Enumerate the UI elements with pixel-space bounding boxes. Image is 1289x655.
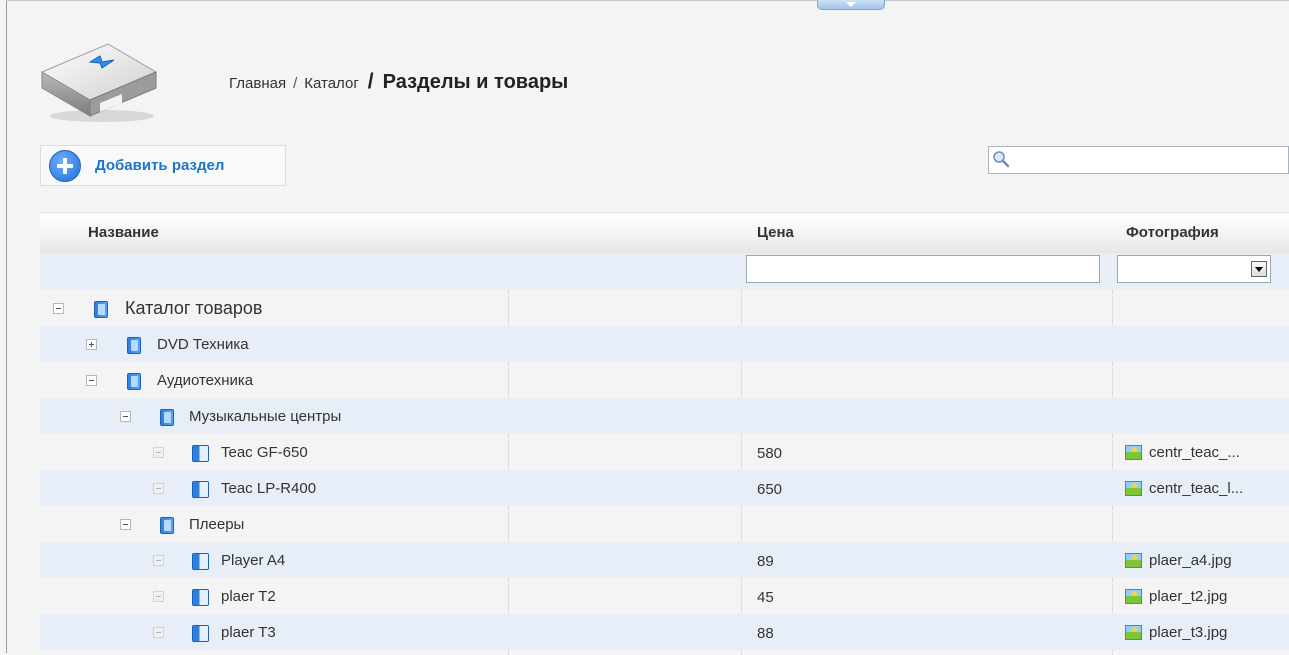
image-icon	[1125, 553, 1142, 568]
row-photo[interactable]: centr_teac_...	[1125, 444, 1240, 461]
catalog-box-logo-icon	[40, 43, 158, 122]
tree-row[interactable]: Teac LP-R400 650 centr_teac_l...	[40, 470, 1289, 506]
product-icon	[192, 481, 209, 498]
row-price: 650	[757, 481, 783, 498]
row-name: plaer T3	[221, 624, 276, 641]
row-price: 88	[757, 625, 774, 642]
row-price: 580	[757, 445, 783, 462]
photo-filename: plaer_t3.jpg	[1149, 624, 1228, 641]
photo-filename: centr_teac_...	[1149, 444, 1240, 461]
folder-icon	[160, 517, 174, 534]
folder-icon	[160, 409, 174, 426]
leaf-node-icon	[153, 555, 164, 566]
column-header-photo[interactable]: Фотография	[1126, 224, 1219, 241]
chevron-down-icon[interactable]	[1251, 261, 1267, 277]
row-photo[interactable]: plaer_t3.jpg	[1125, 624, 1227, 641]
image-icon	[1125, 625, 1142, 640]
row-name: Плееры	[189, 516, 245, 533]
breadcrumb-catalog-link[interactable]: Каталог	[304, 75, 359, 92]
photo-filename: centr_teac_l...	[1149, 480, 1244, 497]
breadcrumb: Главная / Каталог / Разделы и товары	[229, 70, 568, 94]
tree-row[interactable]: Teac GF-650 580 centr_teac_...	[40, 434, 1289, 470]
row-name: Музыкальные центры	[189, 408, 342, 425]
leaf-node-icon	[153, 627, 164, 638]
tree-row[interactable]: plaer T2 45 plaer_t2.jpg	[40, 578, 1289, 614]
catalog-tree-grid: Название Цена Фотография Каталог товаров…	[40, 212, 1289, 655]
product-icon	[192, 589, 209, 606]
photo-filename: plaer_t2.jpg	[1149, 588, 1228, 605]
grid-header: Название Цена Фотография	[40, 212, 1289, 253]
add-plus-icon	[49, 149, 81, 182]
photo-filter-select[interactable]	[1117, 255, 1271, 283]
tree-row[interactable]: Аудиотехника	[40, 362, 1289, 398]
panel-toggle-tab[interactable]	[817, 0, 885, 10]
add-section-button[interactable]: Добавить раздел	[40, 145, 286, 186]
breadcrumb-home-link[interactable]: Главная	[229, 75, 286, 92]
column-header-price[interactable]: Цена	[757, 224, 794, 241]
tree-row[interactable]: Плееры	[40, 506, 1289, 542]
tree-row[interactable]: Каталог товаров	[40, 290, 1289, 326]
row-name: Teac GF-650	[221, 444, 308, 461]
folder-icon	[127, 373, 141, 390]
product-icon	[192, 553, 209, 570]
row-name: Каталог товаров	[125, 298, 263, 318]
row-photo[interactable]: plaer_t2.jpg	[1125, 588, 1227, 605]
price-filter-input[interactable]	[746, 255, 1100, 283]
breadcrumb-separator: /	[367, 70, 374, 93]
row-photo[interactable]: plaer_a4.jpg	[1125, 552, 1232, 569]
product-icon	[192, 625, 209, 642]
photo-filename: plaer_a4.jpg	[1149, 552, 1232, 569]
leaf-node-icon	[153, 591, 164, 602]
window-border-left	[6, 0, 7, 653]
row-name: DVD Техника	[157, 336, 249, 353]
breadcrumb-separator: /	[293, 75, 298, 92]
image-icon	[1125, 589, 1142, 604]
leaf-node-icon	[153, 483, 164, 494]
product-icon	[192, 445, 209, 462]
add-section-label: Добавить раздел	[95, 157, 225, 174]
search-icon	[993, 151, 1010, 168]
collapse-icon[interactable]	[53, 303, 64, 314]
row-photo[interactable]: centr_teac_l...	[1125, 480, 1243, 497]
window-border-top	[6, 0, 1289, 1]
tree-row[interactable]: Player A4 89 plaer_a4.jpg	[40, 542, 1289, 578]
tree-row[interactable]: plaer T3 88 plaer_t3.jpg	[40, 614, 1289, 650]
tree-row[interactable]: Музыкальные центры	[40, 398, 1289, 434]
search-box[interactable]	[988, 146, 1289, 174]
column-header-name[interactable]: Название	[88, 224, 159, 241]
leaf-node-icon	[153, 447, 164, 458]
filter-row	[40, 253, 1289, 290]
row-name: Аудиотехника	[157, 372, 254, 389]
folder-icon	[94, 301, 108, 318]
row-name: Teac LP-R400	[221, 480, 317, 497]
expand-icon[interactable]	[86, 339, 97, 350]
image-icon	[1125, 445, 1142, 460]
collapse-icon[interactable]	[120, 519, 131, 530]
row-price: 89	[757, 553, 774, 570]
folder-icon	[127, 337, 141, 354]
tree-row[interactable]: DVD Техника	[40, 326, 1289, 362]
row-name: Player A4	[221, 552, 286, 569]
collapse-icon[interactable]	[120, 411, 131, 422]
search-input[interactable]	[1013, 150, 1277, 170]
row-price: 45	[757, 589, 774, 606]
collapse-icon[interactable]	[86, 375, 97, 386]
image-icon	[1125, 481, 1142, 496]
row-name: plaer T2	[221, 588, 276, 605]
page-title: Разделы и товары	[382, 71, 569, 93]
